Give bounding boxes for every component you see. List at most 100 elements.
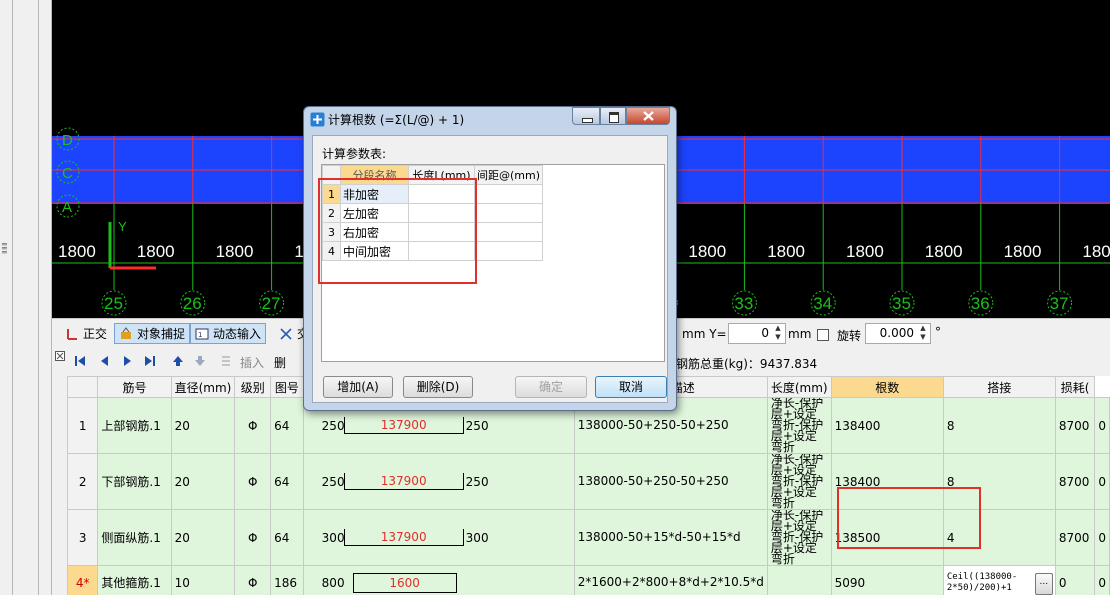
cell-formula-desc[interactable]: 净长-保护层+设定弯折-保护层+设定弯折 (766, 453, 832, 510)
cell-loss[interactable]: 0 (1094, 453, 1110, 510)
cell-count[interactable]: 8 (942, 397, 1056, 454)
cell-diameter[interactable]: 20 (170, 397, 236, 454)
mm-label: mm (788, 327, 812, 341)
cell-count[interactable]: Ceil((138000-2*50)/200)+1... (942, 565, 1056, 595)
segment-spacing[interactable] (473, 241, 544, 261)
cell-shape[interactable]: 250 137900 250 (302, 453, 575, 510)
close-icon (643, 111, 654, 121)
ortho-toggle[interactable]: 正交 (60, 323, 112, 344)
shape-right-value: 300 (465, 530, 489, 545)
row-number[interactable]: 1 (67, 397, 99, 454)
rotate-input[interactable]: 0.000 ▲ ▼ (865, 323, 931, 344)
cell-lap[interactable]: 8700 (1054, 509, 1096, 566)
cell-shape[interactable]: 300 137900 300 (302, 509, 575, 566)
shape-right-value: 250 (465, 474, 489, 489)
cell-bar-no[interactable]: 上部钢筋.1 (97, 397, 172, 454)
cell-figure[interactable]: 186 (270, 565, 304, 595)
cell-bar-no[interactable]: 侧面纵筋.1 (97, 509, 172, 566)
cell-bar-no[interactable]: 其他箍筋.1 (97, 565, 172, 595)
dimension-label: 1800 (925, 242, 963, 261)
header-bar-no[interactable]: 筋号 (97, 376, 172, 398)
last-record-icon[interactable] (144, 355, 156, 367)
axis-col-label: 34 (813, 294, 832, 313)
segment-spacing[interactable] (473, 184, 544, 204)
y-input[interactable]: 0 ▲ ▼ (728, 323, 786, 344)
cell-lap[interactable]: 8700 (1054, 453, 1096, 510)
delete-button[interactable]: 删 (274, 354, 286, 371)
prev-record-icon[interactable] (98, 355, 110, 367)
close-button[interactable] (626, 107, 670, 125)
header-lap[interactable]: 搭接 (942, 376, 1056, 398)
ok-button[interactable]: 确定 (515, 376, 587, 398)
shape-mid-value: 1600 (352, 572, 457, 593)
cell-diameter[interactable]: 20 (170, 509, 236, 566)
row-number[interactable]: 2 (67, 453, 99, 510)
shape-left-value: 300 (321, 530, 345, 545)
cell-loss[interactable]: 0 (1094, 509, 1110, 566)
cell-figure[interactable]: 64 (270, 509, 304, 566)
cell-length[interactable]: 138400 (830, 397, 944, 454)
header-count[interactable]: 根数 (830, 376, 944, 398)
cell-bar-no[interactable]: 下部钢筋.1 (97, 453, 172, 510)
cell-lap[interactable]: 8700 (1054, 397, 1096, 454)
cell-shape[interactable]: 800 1600 (302, 565, 575, 595)
cell-formula-desc[interactable] (766, 565, 832, 595)
insert-button[interactable]: 插入 (240, 354, 264, 371)
params-highlight (318, 178, 477, 284)
cell-grade[interactable]: Φ (234, 565, 272, 595)
rotate-checkbox[interactable] (817, 329, 829, 341)
delete-row-button[interactable]: 删除(D) (403, 376, 473, 398)
cell-formula-desc[interactable]: 净长-保护层+设定弯折-保护层+设定弯折 (766, 397, 832, 454)
next-record-icon[interactable] (122, 355, 134, 367)
cell-grade[interactable]: Φ (234, 397, 272, 454)
first-record-icon[interactable] (74, 355, 86, 367)
object-snap-icon (121, 327, 131, 339)
object-snap-toggle[interactable]: 对象捕捉 (114, 323, 191, 344)
cancel-button[interactable]: 取消 (595, 376, 667, 398)
dimension-label: 1800 (846, 242, 884, 261)
cell-formula[interactable]: 138000-50+250-50+250 (573, 453, 768, 510)
cell-formula[interactable]: 138000-50+15*d-50+15*d (573, 509, 768, 566)
cell-lap[interactable]: 0 (1054, 565, 1096, 595)
header-figure[interactable]: 图号 (270, 376, 304, 398)
dimension-label: 1800 (216, 242, 254, 261)
y-spin-icon[interactable]: ▲ ▼ (772, 324, 784, 343)
axis-row-label: A (62, 199, 72, 216)
header-seg-spacing[interactable]: 间距@(mm) (473, 165, 544, 185)
minimize-button[interactable] (572, 107, 600, 125)
dialog-title: 计算根数 (=Σ(L/@) + 1) (328, 113, 465, 127)
cell-formula-desc[interactable]: 净长-保护层+设定弯折-保护层+设定弯折 (766, 509, 832, 566)
add-button[interactable]: 增加(A) (323, 376, 393, 398)
row-number[interactable]: 3 (67, 509, 99, 566)
cell-grade[interactable]: Φ (234, 453, 272, 510)
cell-length[interactable]: 5090 (830, 565, 944, 595)
ellipsis-button[interactable]: ... (1034, 573, 1053, 595)
object-snap-label: 对象捕捉 (137, 327, 186, 341)
cell-diameter[interactable]: 10 (170, 565, 236, 595)
cell-figure[interactable]: 64 (270, 397, 304, 454)
move-up-icon[interactable] (172, 355, 184, 367)
segment-spacing[interactable] (473, 222, 544, 242)
cell-formula[interactable]: 2*1600+2*800+8*d+2*10.5*d (573, 565, 768, 595)
segment-spacing[interactable] (473, 203, 544, 223)
move-down-icon[interactable] (194, 355, 206, 367)
dynamic-input-toggle[interactable]: 1 动态输入 (190, 323, 267, 344)
splitter-grip-icon[interactable]: ═ ═ ═ (2, 241, 8, 257)
header-rownum (67, 376, 99, 398)
maximize-button[interactable] (600, 107, 626, 125)
cell-loss[interactable]: 0 (1094, 397, 1110, 454)
cell-figure[interactable]: 64 (270, 453, 304, 510)
axis-col-label: 36 (971, 294, 990, 313)
header-length[interactable]: 长度(mm) (766, 376, 832, 398)
header-grade[interactable]: 级别 (234, 376, 272, 398)
row-number[interactable]: 4* (67, 565, 99, 595)
cell-loss[interactable]: 0 (1094, 565, 1110, 595)
grid-menu-icon[interactable] (55, 351, 65, 361)
table-row[interactable]: 4* 其他箍筋.1 10 Φ 186 800 1600 2*1600+2*800+8*d+2*… (67, 565, 1110, 595)
rotate-spin-icon[interactable]: ▲ ▼ (917, 324, 929, 343)
cell-grade[interactable]: Φ (234, 509, 272, 566)
cell-diameter[interactable]: 20 (170, 453, 236, 510)
header-diameter[interactable]: 直径(mm) (170, 376, 236, 398)
header-loss[interactable]: 损耗( (1054, 376, 1096, 398)
dialog-app-icon (310, 112, 325, 127)
